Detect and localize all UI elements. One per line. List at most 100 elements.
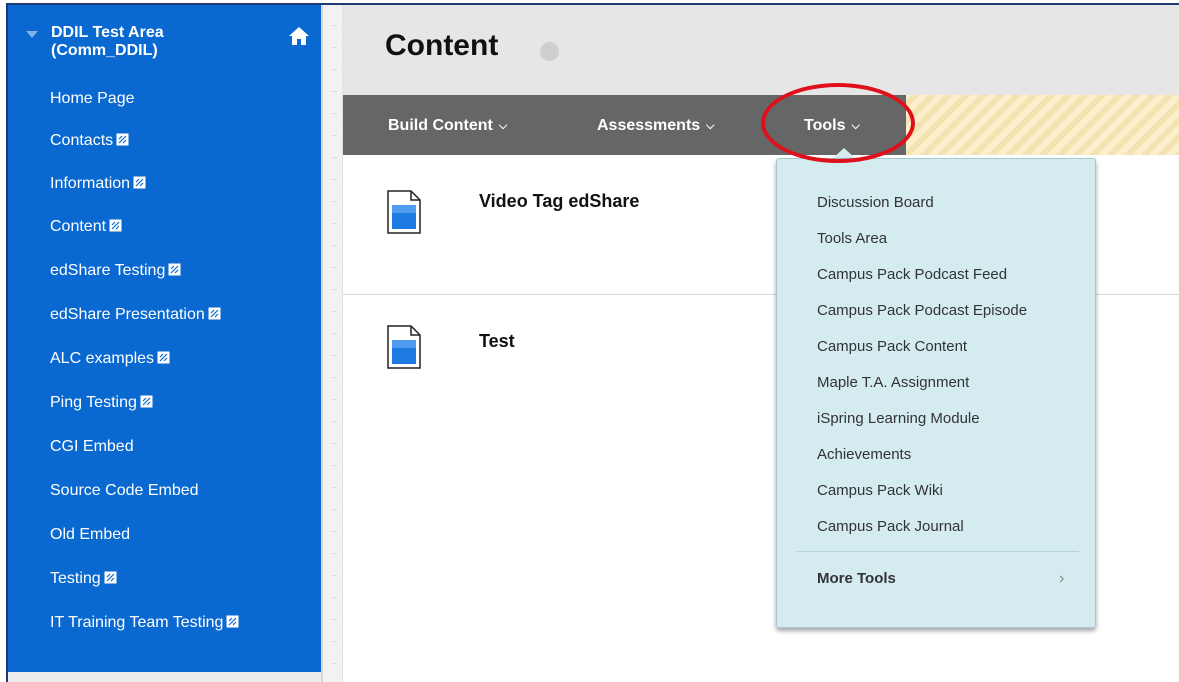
hidden-from-students-icon [208, 307, 221, 320]
resize-grip-mark [332, 91, 337, 92]
sidebar-item[interactable]: Contacts [8, 123, 321, 159]
tools-menu-item[interactable]: Campus Pack Wiki [817, 481, 943, 501]
resize-grip-mark [332, 487, 337, 488]
tools-menu-item[interactable]: Campus Pack Content [817, 337, 967, 357]
document-icon [387, 190, 421, 234]
build-content-button[interactable]: Build Content ⌵ [388, 95, 507, 155]
chevron-right-icon: › [1059, 570, 1065, 587]
resize-grip-mark [332, 47, 337, 48]
sidebar-item[interactable]: edShare Presentation [8, 297, 321, 333]
resize-grip-mark [332, 69, 337, 70]
sidebar-item[interactable]: CGI Embed [8, 429, 321, 465]
hidden-from-students-icon [104, 571, 117, 584]
resize-grip-mark [332, 619, 337, 620]
hidden-from-students-icon [168, 263, 181, 276]
sidebar-item-label: IT Training Team Testing [50, 614, 224, 631]
assessments-label: Assessments [597, 117, 701, 134]
page-header: Content [343, 5, 1179, 95]
resize-grip-mark [332, 509, 337, 510]
more-tools-menu-item[interactable]: More Tools [817, 569, 896, 589]
build-content-label: Build Content [388, 117, 493, 134]
course-header: DDIL Test Area (Comm_DDIL) [8, 5, 321, 83]
chevron-down-icon: ⌵ [851, 120, 860, 132]
sidebar-item[interactable]: Old Embed [8, 517, 321, 553]
hidden-from-students-icon [140, 395, 153, 408]
resize-grip-mark [332, 575, 337, 576]
sidebar-item[interactable]: Content [8, 209, 321, 245]
resize-grip-mark [332, 641, 337, 642]
resize-grip-mark [332, 223, 337, 224]
tools-menu-item[interactable]: iSpring Learning Module [817, 409, 980, 429]
tools-dropdown-menu: Discussion Board Tools Area Campus Pack Po… [776, 158, 1096, 628]
sidebar-item[interactable]: Information [8, 166, 321, 202]
sidebar-item-label: Ping Testing [50, 394, 137, 411]
hidden-from-students-icon [133, 176, 146, 189]
course-menu: DDIL Test Area (Comm_DDIL) Home Page Cont… [8, 5, 321, 682]
tools-menu-item[interactable]: Maple T.A. Assignment [817, 373, 969, 393]
chevron-down-icon: ⌵ [498, 120, 508, 132]
sidebar-item-label: Information [50, 175, 131, 192]
resize-grip-mark [332, 157, 337, 158]
sidebar-item-label: Source Code Embed [50, 482, 199, 499]
resize-grip-mark [332, 135, 337, 136]
sidebar-item[interactable]: IT Training Team Testing [8, 605, 321, 641]
resize-grip-mark [332, 289, 337, 290]
resize-grip-mark [332, 311, 337, 312]
app-frame: DDIL Test Area (Comm_DDIL) Home Page Cont… [6, 3, 1179, 682]
resize-grip-mark [332, 421, 337, 422]
menu-divider [797, 551, 1079, 552]
sidebar-resize-handle[interactable] [321, 5, 343, 682]
tools-menu-item[interactable]: Campus Pack Journal [817, 517, 964, 537]
document-icon [387, 325, 421, 369]
sidebar-item-label: ALC examples [50, 350, 155, 367]
resize-grip-mark [332, 25, 337, 26]
sidebar-item-label: CGI Embed [50, 438, 134, 455]
collapse-triangle-icon[interactable] [26, 31, 38, 38]
sidebar-item-label: edShare Presentation [50, 306, 205, 323]
tools-menu-item[interactable]: Campus Pack Podcast Feed [817, 265, 1007, 285]
sidebar-item[interactable]: Testing [8, 561, 321, 597]
resize-grip-mark [332, 443, 337, 444]
tools-menu-item[interactable]: Discussion Board [817, 193, 934, 213]
sidebar-item[interactable]: ALC examples [8, 341, 321, 377]
resize-grip-mark [332, 531, 337, 532]
content-item-title[interactable]: Video Tag edShare [479, 191, 639, 212]
hidden-from-students-icon [109, 219, 122, 232]
sidebar-item-label: Testing [50, 570, 101, 587]
tools-menu-item[interactable]: Achievements [817, 445, 911, 465]
sidebar-item[interactable]: Source Code Embed [8, 473, 321, 509]
sidebar-item-label: Content [50, 218, 107, 235]
sidebar-item[interactable]: edShare Testing [8, 253, 321, 289]
tools-button[interactable]: Tools ⌵ [804, 95, 860, 155]
hidden-from-students-icon [157, 351, 170, 364]
resize-grip-mark [332, 113, 337, 114]
page-options-chevron-icon[interactable] [540, 42, 559, 61]
sidebar-item[interactable]: Home Page [8, 81, 321, 117]
resize-grip-mark [332, 201, 337, 202]
sidebar-item-label: Old Embed [50, 526, 131, 543]
resize-grip-mark [332, 597, 337, 598]
tools-menu-item[interactable]: Campus Pack Podcast Episode [817, 301, 1027, 321]
assessments-button[interactable]: Assessments ⌵ [597, 95, 715, 155]
sidebar-item-label: Home Page [50, 90, 135, 107]
course-title[interactable]: DDIL Test Area (Comm_DDIL) [51, 24, 271, 60]
tools-label: Tools [804, 117, 846, 134]
sidebar-item[interactable]: Ping Testing [8, 385, 321, 421]
chevron-down-icon: ⌵ [706, 120, 715, 132]
resize-grip-mark [332, 553, 337, 554]
hidden-from-students-icon [116, 133, 129, 146]
resize-grip-mark [332, 399, 337, 400]
resize-grip-mark [332, 465, 337, 466]
resize-grip-mark [332, 355, 337, 356]
sidebar-item-label: Contacts [50, 132, 114, 149]
resize-grip-mark [332, 333, 337, 334]
sidebar-item-label: edShare Testing [50, 262, 166, 279]
resize-grip-mark [332, 267, 337, 268]
resize-grip-mark [332, 663, 337, 664]
home-icon[interactable] [288, 26, 310, 46]
content-item-title[interactable]: Test [479, 331, 515, 352]
tools-menu-item[interactable]: Tools Area [817, 229, 887, 249]
resize-grip-mark [332, 245, 337, 246]
resize-grip-mark [332, 377, 337, 378]
action-bar: Build Content ⌵ Assessments ⌵ Tools ⌵ [343, 95, 1179, 155]
